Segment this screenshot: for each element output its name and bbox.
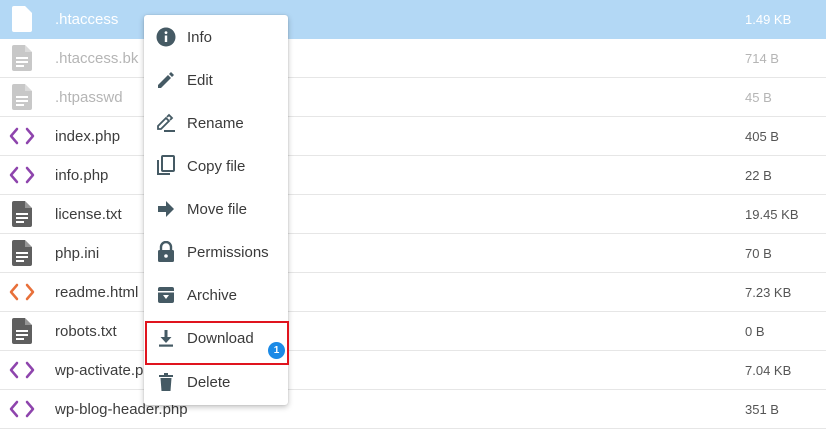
menu-item-download[interactable]: Download — [144, 318, 288, 358]
file-row[interactable]: readme.html 7.23 KB — [0, 273, 826, 312]
menu-item-label: Edit — [187, 71, 213, 89]
file-list: .htaccess 1.49 KB .htaccess.bk 714 B .htpass… — [0, 0, 826, 429]
file-size: 19.45 KB — [745, 206, 799, 222]
file-row[interactable]: index.php 405 B — [0, 117, 826, 156]
code-file-icon — [9, 123, 35, 149]
menu-item-label: Rename — [187, 114, 244, 132]
file-size: 22 B — [745, 167, 772, 183]
lock-icon — [156, 241, 176, 262]
download-icon — [156, 328, 176, 348]
document-file-icon — [9, 318, 35, 344]
file-name: license.txt — [55, 205, 122, 223]
code-file-icon — [9, 396, 35, 422]
menu-item-label: Move file — [187, 200, 248, 218]
arrow-right-icon — [156, 199, 176, 219]
info-icon — [156, 27, 176, 47]
file-name: .htpasswd — [55, 88, 123, 106]
document-file-icon — [9, 6, 35, 32]
document-file-icon — [9, 201, 35, 227]
file-row[interactable]: .htaccess 1.49 KB — [0, 0, 826, 39]
copy-icon — [156, 155, 176, 176]
menu-item-delete[interactable]: Delete — [144, 362, 288, 402]
file-row[interactable]: robots.txt 0 B — [0, 312, 826, 351]
code-file-icon — [9, 357, 35, 383]
menu-item-label: Info — [187, 28, 213, 46]
file-size: 405 B — [745, 128, 779, 144]
menu-item-info[interactable]: Info — [144, 17, 288, 57]
context-menu: Info Edit Rename Copy file Move file Permissi… — [144, 15, 288, 405]
file-size: 70 B — [745, 245, 772, 261]
file-name: robots.txt — [55, 322, 117, 340]
archive-icon — [156, 285, 176, 305]
file-size: 7.04 KB — [745, 362, 792, 378]
document-file-icon — [9, 240, 35, 266]
menu-item-copy-file[interactable]: Copy file — [144, 146, 288, 186]
file-size: 7.23 KB — [745, 284, 792, 300]
menu-item-edit[interactable]: Edit — [144, 60, 288, 100]
code-file-icon — [9, 279, 35, 305]
menu-item-label: Delete — [187, 373, 231, 391]
file-size: 714 B — [745, 50, 779, 66]
menu-item-label: Copy file — [187, 157, 246, 175]
file-size: 0 B — [745, 323, 765, 339]
file-name: readme.html — [55, 283, 139, 301]
file-name: index.php — [55, 127, 121, 145]
file-row[interactable]: info.php 22 B — [0, 156, 826, 195]
file-name: .htaccess — [55, 10, 119, 28]
menu-item-rename[interactable]: Rename — [144, 103, 288, 143]
file-size: 351 B — [745, 401, 779, 417]
file-row[interactable]: wp-activate.php 7.04 KB — [0, 351, 826, 390]
menu-item-label: Permissions — [187, 243, 269, 261]
document-file-icon — [9, 84, 35, 110]
file-name: php.ini — [55, 244, 100, 262]
menu-item-label: Archive — [187, 286, 238, 304]
file-row[interactable]: php.ini 70 B — [0, 234, 826, 273]
menu-item-label: Download — [187, 329, 254, 347]
file-row[interactable]: .htpasswd 45 B — [0, 78, 826, 117]
trash-icon — [156, 372, 176, 392]
file-row[interactable]: license.txt 19.45 KB — [0, 195, 826, 234]
file-name: info.php — [55, 166, 109, 184]
menu-item-permissions[interactable]: Permissions — [144, 232, 288, 272]
code-file-icon — [9, 162, 35, 188]
file-name: .htaccess.bk — [55, 49, 139, 67]
menu-item-archive[interactable]: Archive — [144, 275, 288, 315]
document-file-icon — [9, 45, 35, 71]
file-row[interactable]: .htaccess.bk 714 B — [0, 39, 826, 78]
file-row[interactable]: wp-blog-header.php 351 B — [0, 390, 826, 429]
menu-item-move-file[interactable]: Move file — [144, 189, 288, 229]
pencil-icon — [156, 70, 176, 90]
rename-icon — [156, 113, 176, 133]
file-size: 1.49 KB — [745, 11, 792, 27]
step-badge: 1 — [268, 342, 285, 359]
file-size: 45 B — [745, 89, 772, 105]
